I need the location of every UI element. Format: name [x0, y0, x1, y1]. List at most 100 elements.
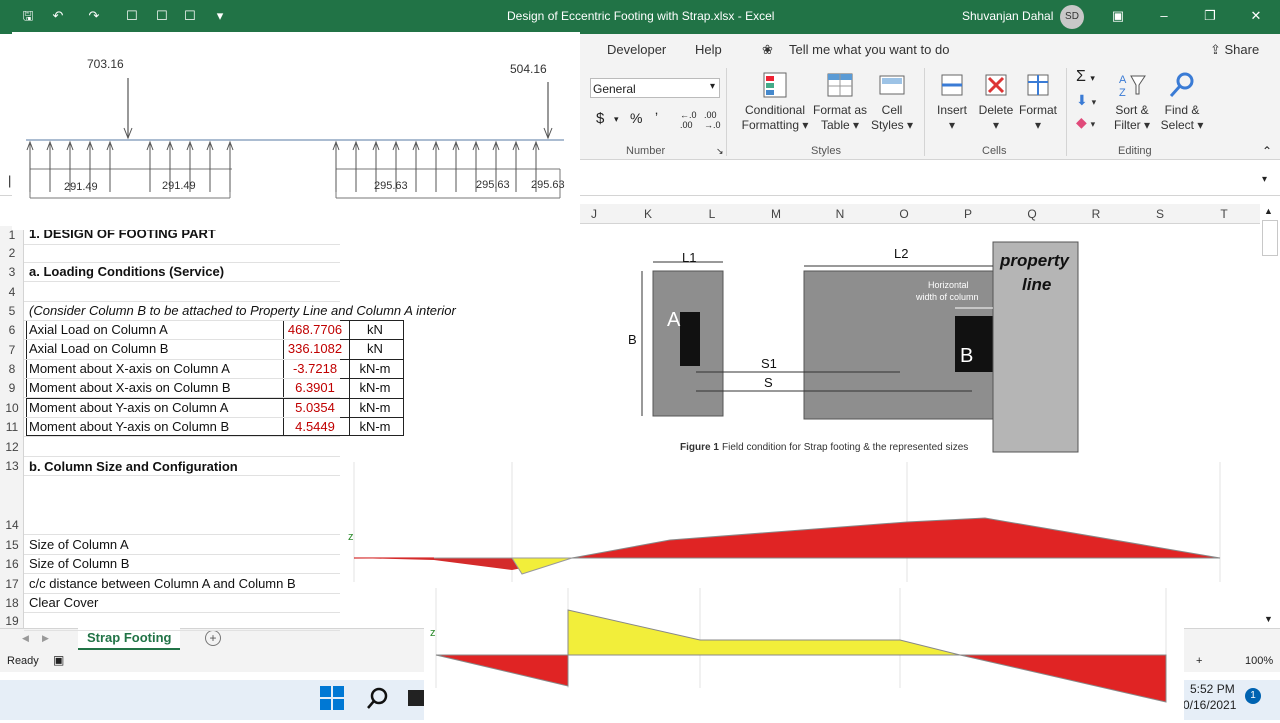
row-header[interactable]: 9	[0, 381, 24, 395]
column-header[interactable]: O	[894, 207, 914, 221]
number-format-select[interactable]: General ▾	[590, 78, 720, 98]
cell-a18[interactable]: Clear Cover	[29, 595, 98, 610]
row-header[interactable]: 15	[0, 538, 24, 552]
cell-a17[interactable]: c/c distance between Column A and Column…	[29, 576, 296, 591]
column-header[interactable]: N	[830, 207, 850, 221]
table-row-unit[interactable]: kN-m	[349, 400, 401, 415]
chevron-down-icon[interactable]: ▾	[614, 114, 619, 125]
next-sheet-icon[interactable]: ▶	[42, 633, 49, 644]
tab-developer[interactable]: Developer	[607, 42, 666, 57]
row-header[interactable]: 2	[0, 246, 24, 260]
autosum-icon[interactable]: Σ ▾	[1076, 68, 1095, 86]
minimize-icon[interactable]: –	[1156, 8, 1172, 24]
insert-button[interactable]: Insert ▾	[930, 70, 974, 133]
cell-a16[interactable]: Size of Column B	[29, 556, 129, 571]
format-as-table-button[interactable]: Format as Table ▾	[810, 70, 870, 133]
scroll-up-icon[interactable]: ▲	[1264, 206, 1273, 216]
zoom-in-icon[interactable]: +	[1196, 655, 1202, 667]
row-header[interactable]: 12	[0, 440, 24, 454]
row-header[interactable]: 4	[0, 285, 24, 299]
table-row-value[interactable]: 336.1082	[282, 341, 348, 356]
expand-formula-bar-icon[interactable]: ▾	[1262, 174, 1267, 185]
table-row-value[interactable]: 6.3901	[282, 380, 348, 395]
table-row-label[interactable]: Moment about Y-axis on Column B	[29, 419, 229, 434]
collapse-ribbon-icon[interactable]: ⌃	[1262, 144, 1272, 158]
delete-button[interactable]: Delete ▾	[974, 70, 1018, 133]
row-header[interactable]: 16	[0, 557, 24, 571]
find-select-button[interactable]: Find & Select ▾	[1158, 70, 1206, 133]
row-header[interactable]: 17	[0, 577, 24, 591]
column-header[interactable]: Q	[1022, 207, 1042, 221]
table-row-label[interactable]: Moment about Y-axis on Column A	[29, 400, 228, 415]
currency-icon[interactable]: $	[596, 110, 604, 127]
row-header[interactable]: 1	[0, 228, 24, 242]
table-row-value[interactable]: 5.0354	[282, 400, 348, 415]
zoom-level[interactable]: 100%	[1245, 655, 1273, 667]
tab-strap-footing[interactable]: Strap Footing	[78, 628, 180, 650]
table-row-unit[interactable]: kN-m	[349, 361, 401, 376]
row-header[interactable]: 3	[0, 265, 24, 279]
fill-icon[interactable]: ⬇ ▾	[1076, 92, 1096, 109]
quick-print-icon[interactable]: ☐	[182, 8, 198, 24]
row-header[interactable]: 5	[0, 304, 24, 318]
close-icon[interactable]: ✕	[1248, 8, 1264, 24]
row-header[interactable]: 10	[0, 401, 24, 415]
restore-icon[interactable]: ❐	[1202, 8, 1218, 24]
row-header[interactable]: 14	[0, 518, 24, 532]
undo-icon[interactable]: ↶	[50, 8, 66, 24]
column-header[interactable]: S	[1150, 207, 1170, 221]
redo-icon[interactable]: ↷	[86, 8, 102, 24]
column-header[interactable]: J	[584, 207, 604, 221]
table-row-label[interactable]: Moment about X-axis on Column A	[29, 361, 230, 376]
percent-icon[interactable]: %	[630, 110, 642, 126]
tell-me-search[interactable]: Tell me what you want to do	[789, 42, 949, 57]
row-header[interactable]: 18	[0, 596, 24, 610]
table-row-value[interactable]: 4.5449	[282, 419, 348, 434]
table-row-value[interactable]: -3.7218	[282, 361, 348, 376]
cell-a3[interactable]: a. Loading Conditions (Service)	[29, 264, 224, 279]
table-row-label[interactable]: Axial Load on Column B	[29, 341, 168, 356]
name-box-edge[interactable]: |	[8, 173, 11, 188]
cell-a5[interactable]: (Consider Column B to be attached to Pro…	[29, 303, 456, 318]
column-header[interactable]: T	[1214, 207, 1234, 221]
decrease-decimal-icon[interactable]: .00 →.0	[704, 110, 721, 130]
row-header[interactable]: 11	[0, 420, 24, 434]
increase-decimal-icon[interactable]: ←.0.00	[680, 110, 697, 130]
save-icon[interactable]: 🖫	[20, 8, 36, 24]
cell-styles-button[interactable]: Cell Styles ▾	[870, 70, 914, 133]
add-sheet-icon[interactable]: +	[205, 630, 221, 646]
ribbon-display-icon[interactable]: ▣	[1110, 8, 1126, 24]
prev-sheet-icon[interactable]: ◀	[22, 633, 29, 644]
conditional-formatting-button[interactable]: Conditional Formatting ▾	[740, 70, 810, 133]
print-preview-icon[interactable]: ☐	[124, 8, 140, 24]
clear-icon[interactable]: ◆ ▾	[1076, 114, 1095, 131]
clock-date[interactable]: 0/16/2021	[1183, 698, 1236, 712]
row-header[interactable]: 8	[0, 362, 24, 376]
avatar[interactable]: SD	[1060, 5, 1084, 29]
table-row-unit[interactable]: kN	[349, 341, 401, 356]
sort-filter-button[interactable]: AZ Sort & Filter ▾	[1108, 70, 1156, 133]
open-file-icon[interactable]: ☐	[154, 8, 170, 24]
column-header[interactable]: P	[958, 207, 978, 221]
format-button[interactable]: Format ▾	[1016, 70, 1060, 133]
table-row-label[interactable]: Axial Load on Column A	[29, 322, 168, 337]
comma-icon[interactable]: ʼ	[655, 110, 658, 126]
column-header[interactable]: L	[702, 207, 722, 221]
table-row-unit[interactable]: kN	[349, 322, 401, 337]
macro-record-icon[interactable]: ▣	[53, 653, 64, 667]
tab-help[interactable]: Help	[695, 42, 722, 57]
row-header[interactable]: 6	[0, 323, 24, 337]
column-header[interactable]: R	[1086, 207, 1106, 221]
table-row-unit[interactable]: kN-m	[349, 419, 401, 434]
notification-badge[interactable]: 1	[1245, 688, 1261, 704]
clock-time[interactable]: 5:52 PM	[1190, 682, 1235, 696]
row-header[interactable]: 13	[0, 459, 24, 473]
customize-qat-icon[interactable]: ▾	[212, 8, 228, 24]
row-header[interactable]: 19	[0, 614, 24, 628]
dialog-launcher-icon[interactable]: ↘	[716, 146, 724, 157]
share-button[interactable]: ⇪ Share	[1210, 42, 1259, 58]
table-row-unit[interactable]: kN-m	[349, 380, 401, 395]
column-header[interactable]: M	[766, 207, 786, 221]
vertical-scrollbar-thumb[interactable]	[1262, 220, 1278, 256]
scroll-down-icon[interactable]: ▼	[1264, 614, 1273, 624]
